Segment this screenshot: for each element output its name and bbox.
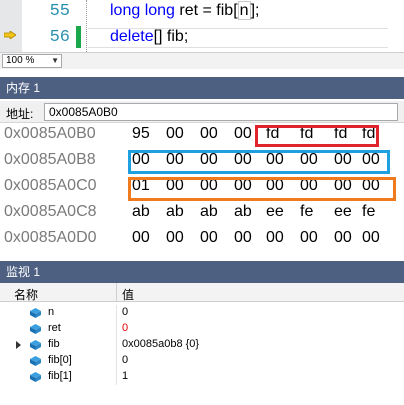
variable-icon <box>30 308 41 318</box>
watch-row[interactable]: ret 0 <box>0 321 404 337</box>
memory-row[interactable]: 0x0085A0C8 ab ab ab ab ee fe ee fe <box>0 203 404 227</box>
zoom-bar: 100 % ▼ <box>0 52 404 69</box>
memory-byte[interactable]: 00 <box>166 229 184 247</box>
watch-name[interactable]: fib <box>48 338 60 350</box>
memory-window: 内存 1 地址: 0x0085A0B0 0x0085A0B0 95 00 00 00 fd… <box>0 77 404 259</box>
memory-byte[interactable]: ab <box>234 203 252 221</box>
value-column-header[interactable]: 值 <box>122 286 134 303</box>
zoom-select[interactable]: 100 % ▼ <box>2 54 62 68</box>
name-column-header[interactable]: 名称 <box>14 286 38 303</box>
line-number: 55 <box>49 2 70 21</box>
memory-address: 0x0085A0D0 <box>4 229 97 246</box>
row-divider <box>116 369 117 385</box>
memory-byte[interactable]: 00 <box>200 229 218 247</box>
watch-window-title[interactable]: 监视 1 <box>0 261 404 283</box>
memory-address: 0x0085A0B0 <box>4 125 96 142</box>
watch-value[interactable]: 1 <box>122 370 128 382</box>
memory-byte[interactable]: 00 <box>334 229 352 247</box>
memory-byte[interactable]: 00 <box>234 229 252 247</box>
highlight-box-blue <box>128 150 390 174</box>
memory-byte[interactable]: ab <box>200 203 218 221</box>
current-line-arrow-icon <box>4 31 16 39</box>
watch-value[interactable]: 0x0085a0b8 {0} <box>122 338 199 350</box>
code-text: [] fib; <box>153 28 189 45</box>
row-divider <box>116 305 117 321</box>
row-divider <box>116 321 117 337</box>
address-label: 地址: <box>6 107 34 121</box>
memory-byte[interactable]: ee <box>334 203 352 221</box>
memory-byte[interactable]: fe <box>362 203 375 221</box>
variable-icon <box>30 372 41 382</box>
variable-icon <box>30 356 41 366</box>
memory-byte[interactable]: ab <box>166 203 184 221</box>
watch-row[interactable]: fib[0] 0 <box>0 353 404 369</box>
code-line[interactable]: long long ret = fib[n]; <box>110 1 260 20</box>
watch-name[interactable]: fib[0] <box>48 354 72 366</box>
column-divider[interactable] <box>116 283 117 302</box>
watch-name[interactable]: ret <box>48 322 61 334</box>
row-divider <box>116 353 117 369</box>
address-input[interactable]: 0x0085A0B0 <box>44 103 398 121</box>
watch-window: 监视 1 名称 值 n 0 ret 0 fib 0x0085a0b8 {0} fib[0] 0… <box>0 261 404 405</box>
memory-byte[interactable]: fe <box>300 203 313 221</box>
watch-value[interactable]: 0 <box>122 322 128 334</box>
memory-address: 0x0085A0C0 <box>4 177 97 194</box>
watch-row[interactable]: n0 <box>0 305 404 321</box>
memory-byte[interactable]: 00 <box>300 229 318 247</box>
variable-icon <box>30 340 41 350</box>
line-number: 56 <box>49 28 70 47</box>
zoom-value: 100 % <box>6 55 35 66</box>
memory-byte[interactable]: ee <box>266 203 284 221</box>
memory-row[interactable]: 0x0085A0D0 00 00 00 00 00 00 00 00 <box>0 229 404 253</box>
expand-arrow-icon[interactable] <box>16 341 21 349</box>
highlight-box-orange <box>128 177 396 201</box>
changed-line-marker <box>76 26 81 48</box>
memory-byte[interactable]: 00 <box>234 125 252 143</box>
code-line[interactable]: delete[] fib; <box>110 28 188 46</box>
watch-row[interactable]: fib 0x0085a0b8 {0} <box>0 337 404 353</box>
memory-byte[interactable]: 00 <box>132 229 150 247</box>
variable-icon <box>30 324 41 334</box>
watch-name[interactable]: fib[1] <box>48 370 72 382</box>
memory-byte[interactable]: 00 <box>362 229 380 247</box>
memory-byte[interactable]: 95 <box>132 125 150 143</box>
outline-separator <box>86 0 87 52</box>
code-highlighted-symbol: n <box>237 1 251 20</box>
memory-byte[interactable]: ab <box>132 203 150 221</box>
code-editor[interactable]: 55 56 long long ret = fib[n]; delete[] f… <box>0 0 404 52</box>
address-bar: 地址: 0x0085A0B0 <box>0 101 404 123</box>
watch-value[interactable]: 0 <box>122 306 128 318</box>
memory-byte[interactable]: 00 <box>266 229 284 247</box>
code-text: ]; <box>250 2 260 19</box>
memory-byte[interactable]: 00 <box>166 125 184 143</box>
watch-row[interactable]: fib[1] 1 <box>0 369 404 385</box>
memory-window-title[interactable]: 内存 1 <box>0 77 404 99</box>
chevron-down-icon[interactable]: ▼ <box>51 55 59 67</box>
line-number-gutter: 55 56 <box>22 0 74 52</box>
indicator-margin[interactable] <box>0 0 22 52</box>
code-keyword: delete <box>110 28 154 45</box>
memory-address: 0x0085A0C8 <box>4 203 97 220</box>
row-divider <box>116 337 117 353</box>
memory-byte[interactable]: 00 <box>200 125 218 143</box>
highlight-box-red <box>255 125 379 147</box>
watch-value[interactable]: 0 <box>122 354 128 366</box>
code-text: ret = fib[ <box>174 2 238 19</box>
watch-column-header: 名称 值 <box>0 283 404 302</box>
memory-address: 0x0085A0B8 <box>4 151 96 168</box>
code-keyword: long long <box>110 2 175 19</box>
watch-name[interactable]: n <box>48 306 54 318</box>
